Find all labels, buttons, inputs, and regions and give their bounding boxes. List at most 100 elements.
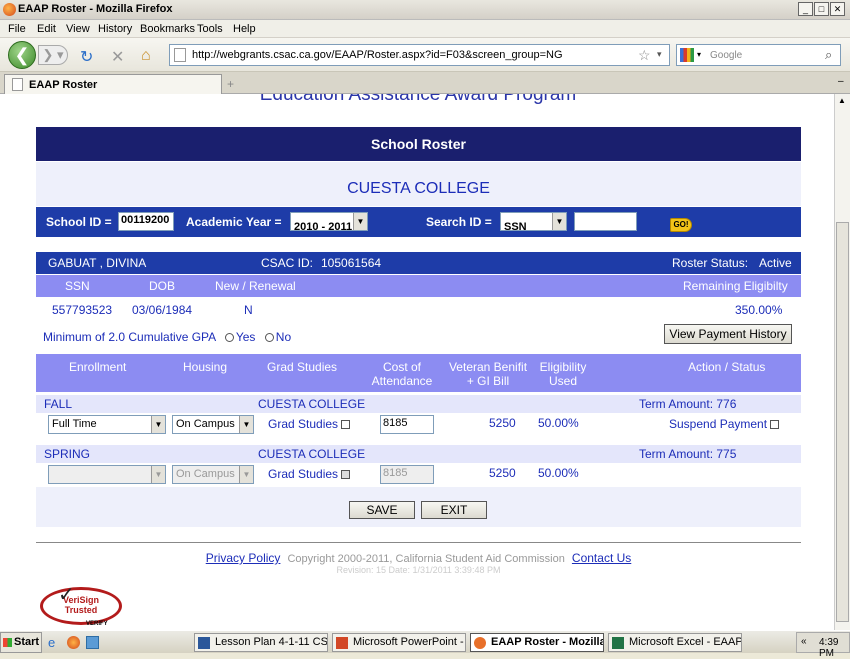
chevron-down-icon: ▼ xyxy=(151,416,165,433)
close-window-button[interactable]: ✕ xyxy=(830,2,845,16)
spring-grad-checkbox[interactable] xyxy=(341,470,351,480)
chevron-down-icon: ▼ xyxy=(239,416,253,433)
scrollbar-thumb[interactable] xyxy=(836,222,849,622)
star-bookmark-icon[interactable]: ☆ xyxy=(638,47,651,64)
url-bar[interactable]: http://webgrants.csac.ca.gov/EAAP/Roster… xyxy=(169,44,670,66)
fall-grad-studies: Grad Studies xyxy=(268,417,351,431)
student-bar: GABUAT , DIVINA CSAC ID: 105061564 Roste… xyxy=(36,252,801,274)
task-powerpoint[interactable]: Microsoft PowerPoint - [... xyxy=(332,633,466,652)
task-excel[interactable]: Microsoft Excel - EAAP 2... xyxy=(608,633,742,652)
menu-edit[interactable]: Edit xyxy=(37,23,56,35)
verisign-seal[interactable]: VeriSign Trusted xyxy=(40,587,122,625)
view-payment-history-button[interactable]: View Payment History xyxy=(664,324,792,344)
search-id-label: Search ID = xyxy=(426,215,492,229)
academic-year-select[interactable]: 2010 - 2011 ▼ xyxy=(290,212,368,233)
exit-button[interactable]: EXIT xyxy=(421,501,487,519)
start-button[interactable]: Start xyxy=(0,632,42,653)
suspend-payment-checkbox[interactable] xyxy=(770,420,780,430)
term-amount: Term Amount: 776 xyxy=(639,397,737,411)
remaining-header: Remaining Eligibilty xyxy=(683,279,788,293)
task-word[interactable]: Lesson Plan 4-1-11 CSU ... xyxy=(194,633,328,652)
start-label: Start xyxy=(14,636,40,648)
new-tab-icon[interactable]: + xyxy=(227,77,234,91)
window-titlebar: EAAP Roster - Mozilla Firefox _ □ ✕ xyxy=(0,0,850,20)
term-name: FALL xyxy=(44,397,73,411)
firefox-icon xyxy=(3,3,16,16)
gpa-no-radio[interactable] xyxy=(264,333,274,343)
back-arrow-icon[interactable]: ❮ xyxy=(8,41,36,69)
fall-grad-checkbox[interactable] xyxy=(341,420,351,430)
taskbar: Start e Lesson Plan 4-1-11 CSU ... Micro… xyxy=(0,630,850,659)
url-text: http://webgrants.csac.ca.gov/EAAP/Roster… xyxy=(192,49,563,61)
menu-history[interactable]: History xyxy=(98,23,132,35)
privacy-policy-link[interactable]: Privacy Policy xyxy=(206,551,281,565)
verify-text: VERIFY xyxy=(86,621,108,627)
gpa-no-label: No xyxy=(275,330,292,344)
scroll-up-icon[interactable]: ▲ xyxy=(838,96,846,105)
quicklaunch-ie-icon[interactable]: e xyxy=(48,635,55,650)
search-engine-dropdown-icon[interactable]: ▾ xyxy=(697,50,701,59)
search-placeholder: Google xyxy=(710,50,743,61)
new-renewal-header: New / Renewal xyxy=(215,279,296,293)
veteran-header-line1: Veteran Benifit xyxy=(448,360,528,374)
fall-enrollment-select[interactable]: Full Time ▼ xyxy=(48,415,166,434)
forward-arrow-icon[interactable]: ❯ ▾ xyxy=(38,45,68,65)
term-college: CUESTA COLLEGE xyxy=(258,447,366,461)
menu-view[interactable]: View xyxy=(66,23,90,35)
chevron-down-icon: ▼ xyxy=(353,213,367,230)
term-amount: Term Amount: 775 xyxy=(639,447,737,461)
fall-cost-input[interactable]: 8185 xyxy=(380,415,434,434)
term-row-spring: SPRING CUESTA COLLEGE Term Amount: 775 xyxy=(36,445,801,463)
spring-enrollment-select[interactable]: ▼ xyxy=(48,465,166,484)
spring-housing-select[interactable]: On Campus ▼ xyxy=(172,465,254,484)
save-button[interactable]: SAVE xyxy=(349,501,415,519)
go-button[interactable]: GO! xyxy=(670,218,692,232)
quicklaunch-firefox-icon[interactable] xyxy=(67,636,80,649)
gpa-yes-label: Yes xyxy=(235,330,256,344)
school-id-input[interactable]: 00119200 xyxy=(118,212,174,231)
search-magnifier-icon[interactable]: ⌕ xyxy=(825,47,832,63)
action-status-header: Action / Status xyxy=(688,360,766,374)
new-renewal-value: N xyxy=(244,303,253,317)
search-value-input[interactable] xyxy=(574,212,637,231)
task-firefox[interactable]: EAAP Roster - Mozilla ... xyxy=(470,633,604,652)
vertical-scrollbar[interactable]: ▲ xyxy=(834,94,850,630)
tab-eaap-roster[interactable]: EAAP Roster + xyxy=(4,74,234,94)
gpa-yes-radio[interactable] xyxy=(224,333,234,343)
stop-icon[interactable]: ✕ xyxy=(111,47,124,67)
reload-icon[interactable]: ↻ xyxy=(80,47,93,67)
search-id-value: SSN xyxy=(504,221,527,233)
copyright-text: Copyright 2000-2011, California Student … xyxy=(287,553,565,565)
menu-bookmarks[interactable]: Bookmarks xyxy=(140,23,195,35)
menu-file[interactable]: File xyxy=(8,23,26,35)
student-header-row: SSN DOB New / Renewal Remaining Eligibil… xyxy=(36,275,801,297)
search-id-select[interactable]: SSN ▼ xyxy=(500,212,567,233)
tray-chevron[interactable]: « xyxy=(801,636,807,647)
tab-list-icon[interactable]: – xyxy=(838,76,844,87)
ssn-header: SSN xyxy=(65,279,90,293)
fall-housing-select[interactable]: On Campus ▼ xyxy=(172,415,254,434)
fall-eligibility-value: 50.00% xyxy=(538,416,579,430)
search-box[interactable]: ▾ Google ⌕ xyxy=(676,44,841,66)
menu-tools[interactable]: Tools xyxy=(197,23,223,35)
minimize-button[interactable]: _ xyxy=(798,2,813,16)
maximize-button[interactable]: □ xyxy=(814,2,829,16)
contact-us-link[interactable]: Contact Us xyxy=(572,551,631,565)
url-dropdown-icon[interactable]: ▾ xyxy=(657,49,662,60)
tab-page-icon xyxy=(12,78,23,91)
system-tray: « 4:39 PM xyxy=(796,632,850,659)
dob-value: 03/06/1984 xyxy=(132,303,193,317)
home-icon[interactable]: ⌂ xyxy=(141,47,151,65)
housing-header: Housing xyxy=(183,360,228,374)
menu-bar: File Edit View History Bookmarks Tools H… xyxy=(0,20,850,38)
menu-help[interactable]: Help xyxy=(233,23,256,35)
spring-eligibility-value: 50.00% xyxy=(538,466,579,480)
quicklaunch-desktop-icon[interactable] xyxy=(86,636,99,649)
footer: Privacy Policy Copyright 2000-2011, Cali… xyxy=(36,551,801,565)
fall-grad-label: Grad Studies xyxy=(268,417,339,431)
veteran-header-line2: + GI Bill xyxy=(466,374,510,388)
spring-cost-input[interactable]: 8185 xyxy=(380,465,434,484)
window-title: EAAP Roster - Mozilla Firefox xyxy=(18,3,173,15)
task-excel-label: Microsoft Excel - EAAP 2... xyxy=(629,636,742,648)
firefox-task-icon xyxy=(474,637,486,649)
